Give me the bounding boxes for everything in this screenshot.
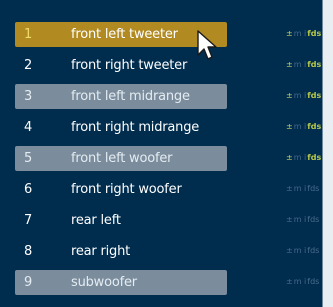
- status-mid-text: m i: [293, 153, 307, 162]
- speaker-row[interactable]: 2 front right tweeter ±m ifds: [14, 51, 322, 82]
- channel-status-indicators[interactable]: ±m ifds: [286, 183, 330, 195]
- speaker-label: rear left: [71, 213, 121, 228]
- status-mid-text: m i: [293, 277, 307, 286]
- channel-status-indicators[interactable]: ±m ifds: [286, 152, 330, 164]
- speaker-label: front right woofer: [71, 182, 182, 197]
- status-tail-text: fds: [307, 246, 320, 255]
- speaker-row[interactable]: 9 subwoofer ±m ifds: [14, 268, 322, 299]
- channel-status-indicators[interactable]: ±m ifds: [286, 121, 330, 133]
- speaker-row[interactable]: 5 front left woofer ±m ifds: [14, 144, 322, 175]
- speaker-label: front left tweeter: [71, 27, 178, 42]
- status-tail-text: fds: [307, 122, 322, 131]
- status-lead-text: ±: [286, 246, 293, 255]
- status-mid-text: m i: [293, 215, 307, 224]
- status-lead-text: ±: [286, 60, 293, 69]
- status-mid-text: m i: [293, 91, 307, 100]
- channel-number: 9: [24, 275, 33, 290]
- speaker-row[interactable]: 6 front right woofer ±m ifds: [14, 175, 322, 206]
- channel-status-indicators[interactable]: ±m ifds: [286, 90, 330, 102]
- status-lead-text: ±: [286, 122, 293, 131]
- channel-number: 2: [24, 58, 33, 73]
- channel-number: 8: [24, 244, 33, 259]
- channel-status-indicators[interactable]: ±m ifds: [286, 214, 330, 226]
- speaker-row[interactable]: 1 front left tweeter ±m ifds: [14, 20, 322, 51]
- status-tail-text: fds: [307, 60, 322, 69]
- status-mid-text: m i: [293, 122, 307, 131]
- status-lead-text: ±: [286, 153, 293, 162]
- speaker-label: front right tweeter: [71, 58, 188, 73]
- status-mid-text: m i: [293, 246, 307, 255]
- status-mid-text: m i: [293, 60, 307, 69]
- status-mid-text: m i: [293, 184, 307, 193]
- status-lead-text: ±: [286, 184, 293, 193]
- status-tail-text: fds: [307, 277, 320, 286]
- status-tail-text: fds: [307, 184, 320, 193]
- status-tail-text: fds: [307, 91, 322, 100]
- speaker-label: front left midrange: [71, 89, 190, 104]
- speaker-row[interactable]: 7 rear left ±m ifds: [14, 206, 322, 237]
- channel-status-indicators[interactable]: ±m ifds: [286, 59, 330, 71]
- row-background: [15, 208, 227, 233]
- status-mid-text: m i: [293, 29, 307, 38]
- mouse-pointer-icon: [197, 30, 217, 60]
- channel-number: 1: [24, 27, 33, 42]
- status-lead-text: ±: [286, 215, 293, 224]
- channel-number: 4: [24, 120, 33, 135]
- channel-status-indicators[interactable]: ±m ifds: [286, 276, 330, 288]
- status-lead-text: ±: [286, 29, 293, 38]
- speaker-row[interactable]: 4 front right midrange ±m ifds: [14, 113, 322, 144]
- channel-number: 3: [24, 89, 33, 104]
- channel-number: 6: [24, 182, 33, 197]
- speaker-label: rear right: [71, 244, 131, 259]
- speaker-label: subwoofer: [71, 275, 137, 290]
- status-tail-text: fds: [307, 29, 322, 38]
- speaker-list: 1 front left tweeter ±m ifds 2 front right t…: [14, 20, 322, 299]
- status-tail-text: fds: [307, 153, 322, 162]
- status-tail-text: fds: [307, 215, 320, 224]
- channel-number: 7: [24, 213, 33, 228]
- channel-status-indicators[interactable]: ±m ifds: [286, 245, 330, 257]
- speaker-row[interactable]: 3 front left midrange ±m ifds: [14, 82, 322, 113]
- speaker-label: front right midrange: [71, 120, 200, 135]
- status-lead-text: ±: [286, 277, 293, 286]
- channel-number: 5: [24, 151, 33, 166]
- channel-status-indicators[interactable]: ±m ifds: [286, 28, 330, 40]
- status-lead-text: ±: [286, 91, 293, 100]
- speaker-channel-panel: 1 front left tweeter ±m ifds 2 front right t…: [0, 0, 323, 307]
- speaker-row[interactable]: 8 rear right ±m ifds: [14, 237, 322, 268]
- speaker-label: front left woofer: [71, 151, 173, 166]
